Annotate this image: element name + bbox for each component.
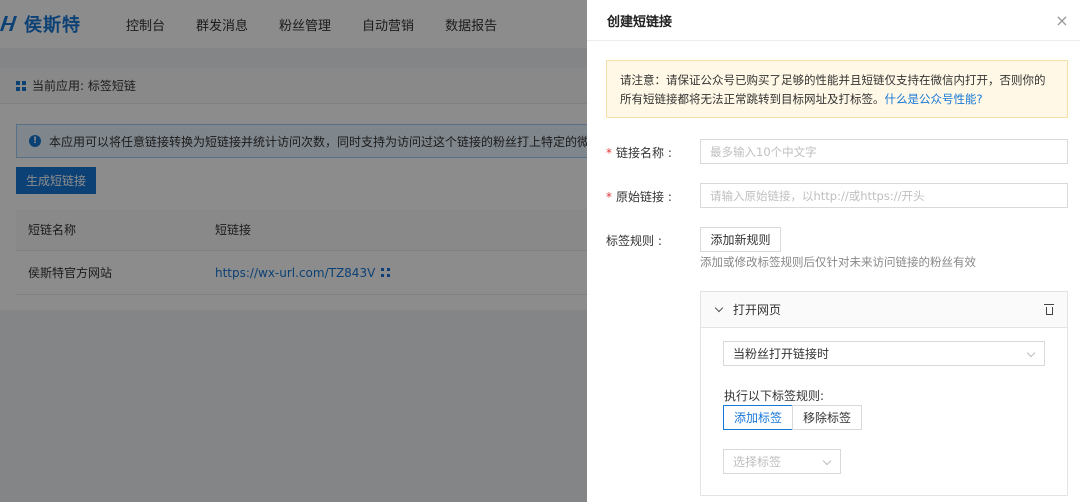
remove-tag-button[interactable]: 移除标签	[792, 405, 862, 430]
trigger-select[interactable]: 当粉丝打开链接时	[723, 341, 1045, 366]
tag-select-placeholder: 选择标签	[733, 455, 782, 469]
tag-select[interactable]: 选择标签	[723, 449, 841, 474]
required-mark: *	[606, 146, 612, 160]
rule-title: 打开网页	[733, 303, 782, 317]
original-url-label: * 原始链接 :	[606, 188, 672, 205]
tag-rules-hint: 添加或修改标签规则后仅针对未来访问链接的粉丝有效	[700, 255, 976, 269]
link-name-input[interactable]	[700, 139, 1068, 164]
original-url-input[interactable]	[700, 183, 1068, 208]
exec-rules-label: 执行以下标签规则:	[724, 389, 825, 403]
add-tag-button[interactable]: 添加标签	[723, 405, 793, 430]
rule-panel-header[interactable]: 打开网页	[701, 292, 1067, 328]
warning-alert: 请注意：请保证公众号已购买了足够的性能并且短链仅支持在微信内打开，否则你的所有短…	[606, 60, 1068, 118]
chevron-down-icon	[1027, 350, 1035, 358]
original-url-label-text: 原始链接 :	[616, 190, 672, 204]
close-icon[interactable]: ×	[1054, 11, 1070, 30]
link-name-label-text: 链接名称 :	[616, 146, 672, 160]
tag-rules-label: 标签规则 :	[606, 234, 662, 248]
performance-help-link[interactable]: 什么是公众号性能?	[885, 92, 983, 106]
chevron-down-icon	[823, 458, 831, 466]
link-name-label: * 链接名称 :	[606, 144, 672, 161]
trash-icon[interactable]	[1043, 303, 1055, 317]
drawer-header: 创建短链接 ×	[587, 0, 1080, 41]
chevron-down-icon[interactable]	[713, 303, 727, 317]
trigger-select-value: 当粉丝打开链接时	[733, 347, 830, 361]
rule-panel: 打开网页 当粉丝打开链接时 执行以下标签规则: 添加标签 移除标签 选择标签	[700, 291, 1068, 496]
add-rule-button[interactable]: 添加新规则	[700, 227, 781, 252]
required-mark: *	[606, 190, 612, 204]
drawer-title: 创建短链接	[607, 14, 673, 30]
create-link-drawer: 创建短链接 × 请注意：请保证公众号已购买了足够的性能并且短链仅支持在微信内打开…	[587, 0, 1080, 502]
